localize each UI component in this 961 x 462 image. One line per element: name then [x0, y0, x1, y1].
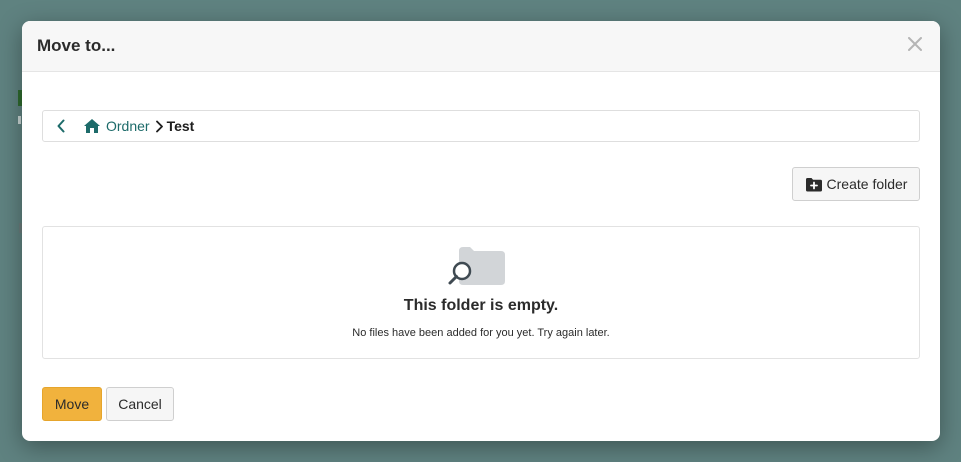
background-page-fragment: [18, 116, 21, 124]
dialog-title: Move to...: [37, 36, 116, 55]
empty-folder-panel: This folder is empty. No files have been…: [42, 226, 920, 359]
breadcrumb: Ordner Test: [42, 110, 920, 142]
folder-plus-icon: [805, 177, 823, 192]
create-folder-label: Create folder: [826, 176, 908, 192]
chevron-right-icon: [155, 120, 164, 133]
back-button[interactable]: [49, 111, 73, 141]
chevron-left-icon: [57, 119, 65, 133]
cancel-button[interactable]: Cancel: [106, 387, 174, 421]
dialog-header: Move to...: [22, 21, 940, 72]
create-folder-button[interactable]: Create folder: [792, 167, 920, 201]
move-button[interactable]: Move: [42, 387, 102, 421]
home-icon: [83, 118, 101, 134]
close-button[interactable]: [904, 33, 926, 55]
close-icon: [908, 37, 922, 51]
breadcrumb-home-label: Ordner: [106, 118, 150, 134]
move-to-dialog: Move to... Ordner Test Create folder Thi…: [22, 21, 940, 441]
folder-search-icon: [448, 247, 505, 285]
empty-state-title: This folder is empty.: [403, 297, 559, 314]
empty-state-message: No files have been added for you yet. Tr…: [352, 327, 610, 339]
breadcrumb-current: Test: [166, 118, 195, 134]
breadcrumb-home-link[interactable]: Ordner: [83, 118, 150, 134]
